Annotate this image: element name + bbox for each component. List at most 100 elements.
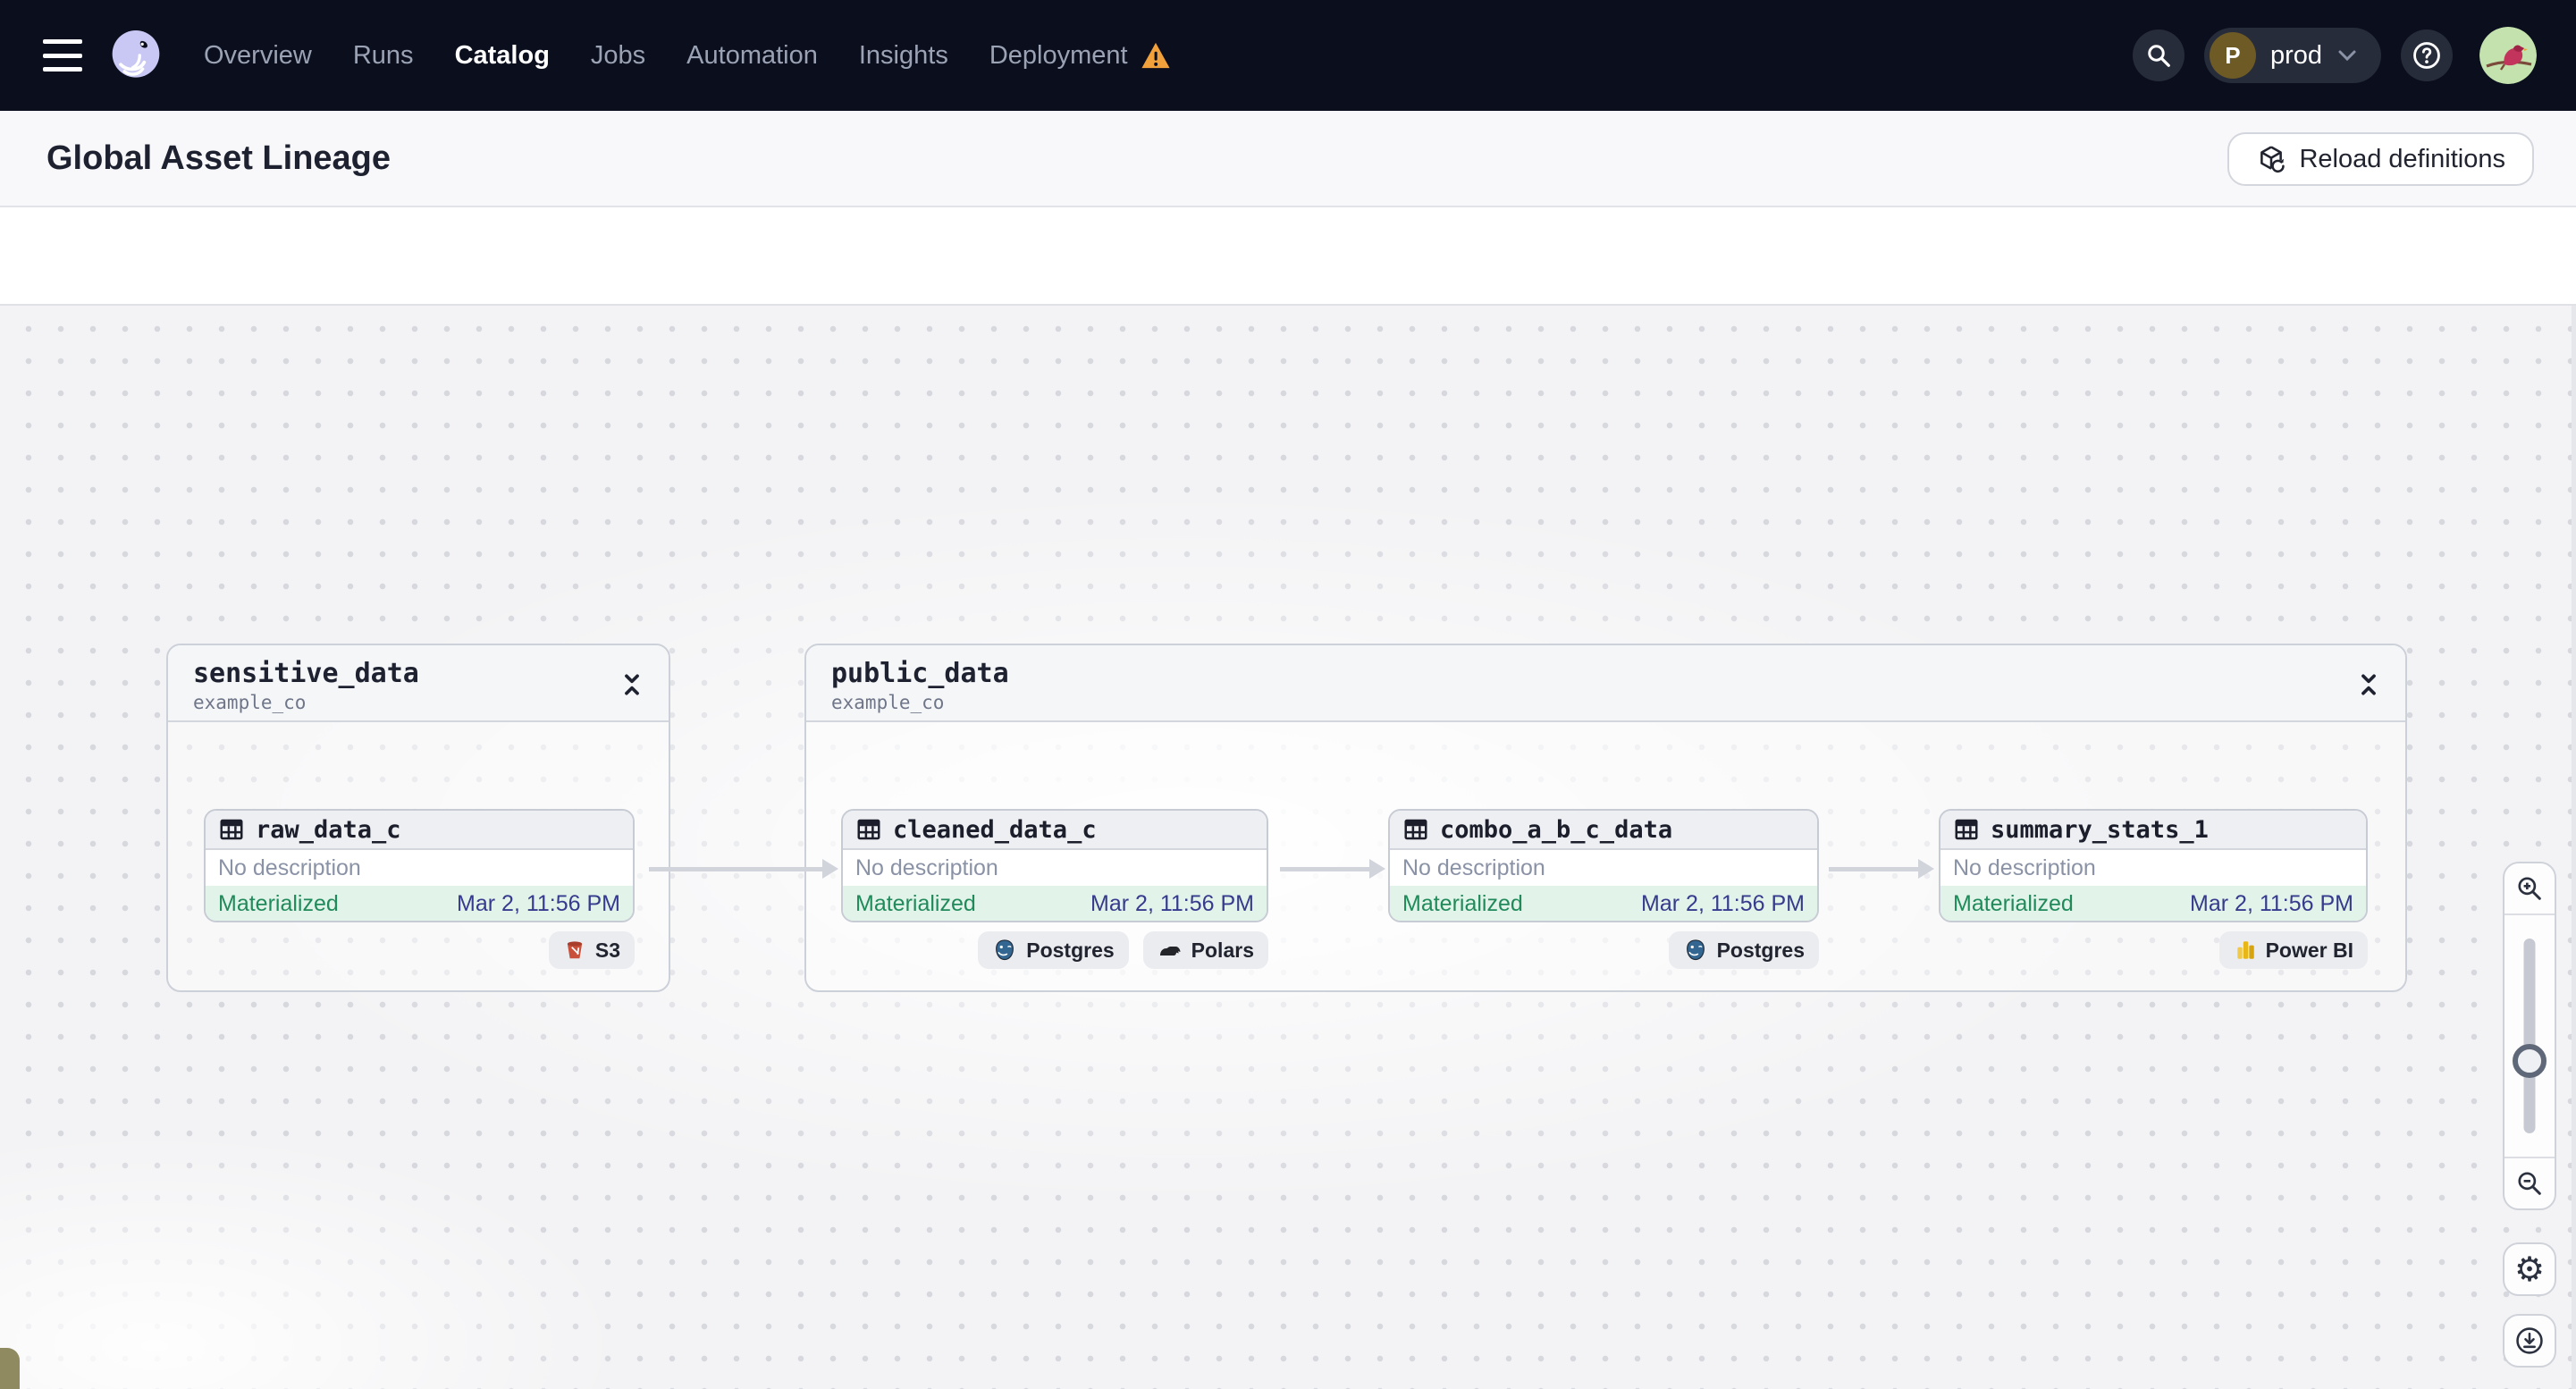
help-icon (2413, 42, 2440, 69)
global-search-button[interactable] (2132, 29, 2185, 81)
powerbi-icon (2236, 941, 2254, 959)
asset-card-combo-a-b-c-data[interactable]: combo_a_b_c_data No description Material… (1388, 809, 1819, 922)
asset-card-header[interactable]: raw_data_c (206, 811, 633, 850)
kind-tag-powerbi[interactable]: Power BI (2218, 931, 2368, 969)
dagster-logo-icon[interactable] (105, 25, 166, 86)
asset-tags: Postgres (1668, 931, 1819, 969)
hamburger-menu-icon[interactable] (43, 39, 82, 72)
asset-description: No description (218, 854, 361, 880)
asset-name: cleaned_data_c (893, 815, 1097, 844)
status-badge: Materialized (855, 891, 976, 916)
zoom-in-button[interactable] (2504, 863, 2555, 915)
s3-icon (567, 941, 582, 959)
reload-cube-icon (2260, 146, 2286, 173)
asset-name: summary_stats_1 (1991, 815, 2209, 844)
chevron-down-icon (2338, 50, 2356, 62)
materialization-timestamp[interactable]: Mar 2, 11:56 PM (457, 891, 620, 917)
asset-tags: Power BI (2218, 931, 2368, 969)
kind-tag-polars[interactable]: Polars (1142, 931, 1268, 969)
zoom-in-icon (2518, 877, 2541, 900)
page-header: Global Asset Lineage Reload definitions (0, 111, 2576, 207)
status-badge: Materialized (1402, 891, 1523, 916)
materialization-timestamp[interactable]: Mar 2, 11:56 PM (1090, 891, 1254, 917)
tag-label: Power BI (2265, 938, 2353, 962)
status-badge: Materialized (1953, 891, 2074, 916)
asset-description: No description (855, 854, 998, 880)
table-icon (220, 819, 243, 840)
asset-card-header[interactable]: summary_stats_1 (1940, 811, 2366, 850)
environment-avatar: P (2209, 32, 2256, 79)
asset-tags: S3 (548, 931, 635, 969)
materialization-timestamp[interactable]: Mar 2, 11:56 PM (1641, 891, 1805, 917)
lineage-edge (1280, 859, 1385, 879)
asset-name: combo_a_b_c_data (1440, 815, 1673, 844)
canvas-right-edge (2572, 306, 2576, 1389)
asset-card-header[interactable]: combo_a_b_c_data (1390, 811, 1817, 850)
asset-card-header[interactable]: cleaned_data_c (843, 811, 1267, 850)
lineage-canvas[interactable]: sensitive_data example_co public_data ex… (0, 306, 2576, 1389)
nav-item-deployment[interactable]: Deployment (989, 41, 1171, 71)
collapse-icon (625, 674, 639, 695)
warning-icon (1141, 42, 1170, 69)
asset-card-raw-data-c[interactable]: raw_data_c No description Materialized M… (204, 809, 635, 922)
kind-tag-postgres[interactable]: Postgres (1668, 931, 1819, 969)
primary-nav: Overview Runs Catalog Jobs Automation In… (204, 41, 1171, 71)
download-icon (2516, 1327, 2543, 1354)
nav-item-runs[interactable]: Runs (353, 41, 414, 71)
zoom-slider[interactable] (2504, 915, 2555, 1157)
tag-label: S3 (594, 938, 620, 962)
lineage-edge (649, 859, 838, 879)
graph-settings-button[interactable]: ⚙ (2503, 1242, 2556, 1296)
lineage-toolbar: All assets key: "raw_data_c" + and + key… (0, 207, 2576, 492)
zoom-out-button[interactable] (2504, 1157, 2555, 1208)
asset-status-row: Materialized Mar 2, 11:56 PM (206, 886, 633, 921)
asset-card-summary-stats-1[interactable]: summary_stats_1 No description Materiali… (1939, 809, 2368, 922)
postgres-icon (996, 939, 1014, 961)
group-header[interactable]: public_data example_co (806, 645, 2405, 722)
group-location: example_co (831, 692, 945, 713)
asset-status-row: Materialized Mar 2, 11:56 PM (843, 886, 1267, 921)
download-graph-button[interactable] (2503, 1314, 2556, 1368)
help-button[interactable] (2401, 29, 2453, 81)
minimap-corner (0, 1348, 20, 1389)
table-icon (1404, 819, 1427, 840)
nav-item-catalog[interactable]: Catalog (455, 41, 550, 71)
nav-item-jobs[interactable]: Jobs (591, 41, 645, 71)
nav-item-overview[interactable]: Overview (204, 41, 312, 71)
avatar-bird-image (2479, 27, 2537, 84)
user-avatar[interactable] (2479, 27, 2537, 84)
table-icon (1955, 819, 1978, 840)
collapse-group-button[interactable] (2352, 667, 2386, 703)
asset-card-cleaned-data-c[interactable]: cleaned_data_c No description Materializ… (841, 809, 1268, 922)
asset-status-row: Materialized Mar 2, 11:56 PM (1390, 886, 1817, 921)
reload-definitions-label: Reload definitions (2299, 144, 2505, 173)
asset-description: No description (1402, 854, 1545, 880)
kind-tag-s3[interactable]: S3 (548, 931, 635, 969)
top-navbar: Overview Runs Catalog Jobs Automation In… (0, 0, 2576, 111)
group-header[interactable]: sensitive_data example_co (168, 645, 669, 722)
table-icon (857, 819, 880, 840)
environment-name: prod (2269, 40, 2322, 70)
materialization-timestamp[interactable]: Mar 2, 11:56 PM (2190, 891, 2353, 917)
group-name: sensitive_data (193, 658, 419, 689)
tag-label: Postgres (1716, 938, 1805, 962)
tag-label: Postgres (1026, 938, 1115, 962)
group-location: example_co (193, 692, 307, 713)
group-name: public_data (831, 658, 1009, 689)
asset-tags: Postgres Polars (978, 931, 1268, 969)
zoom-slider-track[interactable] (2523, 939, 2536, 1133)
tag-label: Polars (1191, 938, 1254, 962)
reload-definitions-button[interactable]: Reload definitions (2227, 132, 2534, 186)
asset-name: raw_data_c (256, 815, 401, 844)
polars-icon (1159, 947, 1181, 955)
asset-description: No description (1953, 854, 2096, 880)
collapse-group-button[interactable] (615, 667, 649, 703)
gear-icon: ⚙ (2513, 1250, 2546, 1289)
zoom-slider-handle[interactable] (2513, 1044, 2547, 1078)
nav-item-automation[interactable]: Automation (686, 41, 818, 71)
kind-tag-postgres[interactable]: Postgres (978, 931, 1129, 969)
asset-status-row: Materialized Mar 2, 11:56 PM (1940, 886, 2366, 921)
environment-switcher[interactable]: P prod (2203, 28, 2381, 83)
nav-item-insights[interactable]: Insights (859, 41, 948, 71)
collapse-icon (2361, 674, 2376, 695)
